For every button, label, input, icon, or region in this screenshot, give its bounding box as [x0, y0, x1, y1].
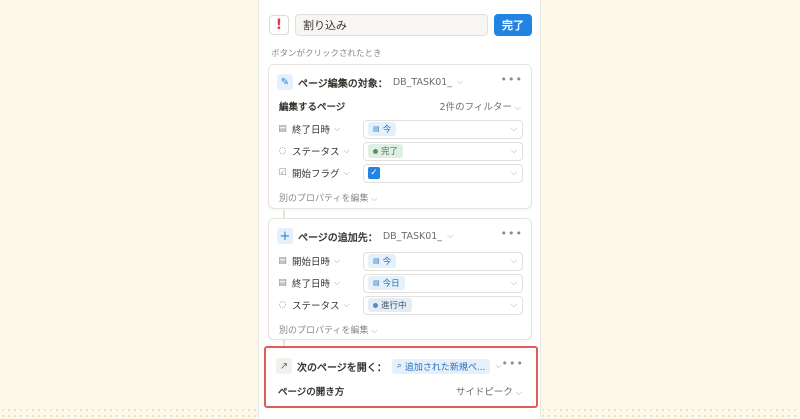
status-chip: 進行中: [368, 298, 412, 312]
chevron-down-icon: ⌵: [510, 300, 517, 309]
add-page-card: + ページの追加先： DB_TASK01_ ⌵ ••• ▤ 開始日時 ⌵ ▤ 今 …: [268, 218, 532, 340]
pages-to-edit-label: 編集するページ: [279, 102, 346, 113]
checked-checkbox[interactable]: ✓: [368, 167, 380, 179]
plus-icon: +: [277, 228, 293, 244]
property-value-field[interactable]: ▤ 今日 ⌵: [363, 273, 523, 293]
add-card-database[interactable]: DB_TASK01_: [383, 231, 442, 242]
calendar-icon: ▤: [278, 278, 287, 288]
pencil-icon: ✎: [277, 74, 293, 90]
property-row: ◌ ステータス ⌵ 完了 ⌵: [277, 141, 523, 161]
add-card-header: + ページの追加先： DB_TASK01_ ⌵ •••: [277, 227, 523, 245]
property-value-field[interactable]: ✓ ⌵: [363, 163, 523, 183]
property-label[interactable]: ▤ 終了日時 ⌵: [277, 276, 363, 290]
automation-header: ! 割り込み 完了: [269, 14, 532, 36]
date-chip: ▤ 今: [368, 254, 397, 268]
more-options-icon[interactable]: •••: [501, 73, 523, 86]
chevron-down-icon[interactable]: ⌵: [447, 231, 453, 241]
chevron-down-icon: ⌵: [334, 278, 341, 287]
property-label[interactable]: ◌ ステータス ⌵: [277, 298, 363, 312]
date-chip: ▤ 今: [368, 122, 397, 136]
date-chip: ▤ 今日: [368, 276, 405, 290]
edit-card-header: ✎ ページ編集の対象： DB_TASK01_ ⌵ •••: [277, 73, 523, 91]
chevron-down-icon: ⌵: [334, 124, 341, 133]
checkbox-icon: ☑: [278, 168, 287, 178]
calendar-icon: ▤: [373, 279, 380, 287]
chevron-down-icon: ⌵: [371, 194, 378, 203]
chevron-down-icon: ⌵: [334, 256, 341, 265]
trigger-caption: ボタンがクリックされたとき: [271, 49, 382, 59]
property-value-field[interactable]: 完了 ⌵: [363, 141, 523, 161]
property-row: ▤ 終了日時 ⌵ ▤ 今 ⌵: [277, 119, 523, 139]
card-connector-line: [283, 210, 285, 218]
property-row: ▤ 開始日時 ⌵ ▤ 今 ⌵: [277, 251, 523, 271]
pages-to-edit-row: 編集するページ 2件のフィルター ⌵: [279, 98, 521, 114]
chevron-down-icon: ⌵: [343, 146, 350, 155]
property-row: ◌ ステータス ⌵ 進行中 ⌵: [277, 295, 523, 315]
chevron-down-icon: ⌵: [510, 146, 517, 155]
status-chip: 完了: [368, 144, 404, 158]
property-label[interactable]: ▤ 開始日時 ⌵: [277, 254, 363, 268]
property-value-field[interactable]: ▤ 今 ⌵: [363, 251, 523, 271]
chevron-down-icon: ⌵: [510, 168, 517, 177]
property-value-field[interactable]: ▤ 今 ⌵: [363, 119, 523, 139]
chevron-down-icon: ⌵: [343, 168, 350, 177]
automation-name-input[interactable]: 割り込み: [295, 14, 488, 36]
edit-card-title: ページ編集の対象：: [298, 78, 388, 90]
property-label[interactable]: ☑ 開始フラグ ⌵: [277, 166, 363, 180]
calendar-icon: ▤: [373, 257, 380, 265]
status-dot: [373, 148, 378, 154]
chevron-down-icon: ⌵: [343, 300, 350, 309]
filter-button[interactable]: 2件のフィルター ⌵: [440, 99, 521, 113]
chevron-down-icon: ⌵: [371, 326, 378, 335]
exclamation-icon[interactable]: !: [269, 15, 289, 35]
done-button[interactable]: 完了: [494, 14, 532, 36]
highlight-frame: [264, 346, 538, 408]
chevron-down-icon: ⌵: [514, 103, 521, 112]
chevron-down-icon[interactable]: ⌵: [457, 77, 463, 87]
property-row: ▤ 終了日時 ⌵ ▤ 今日 ⌵: [277, 273, 523, 293]
status-icon: ◌: [278, 300, 287, 310]
chevron-down-icon: ⌵: [510, 278, 517, 287]
edit-pages-card: ✎ ページ編集の対象： DB_TASK01_ ⌵ ••• 編集するページ 2件の…: [268, 64, 532, 209]
chevron-down-icon: ⌵: [510, 256, 517, 265]
property-label[interactable]: ◌ ステータス ⌵: [277, 144, 363, 158]
chevron-down-icon: ⌵: [510, 124, 517, 133]
status-icon: ◌: [278, 146, 287, 156]
calendar-icon: ▤: [278, 256, 287, 266]
edit-card-database[interactable]: DB_TASK01_: [393, 77, 452, 88]
property-label[interactable]: ▤ 終了日時 ⌵: [277, 122, 363, 136]
add-card-title: ページの追加先：: [298, 232, 378, 244]
edit-other-properties-button[interactable]: 別のプロパティを編集 ⌵: [279, 323, 377, 336]
status-dot: [373, 302, 378, 308]
calendar-icon: ▤: [373, 125, 380, 133]
edit-other-properties-button[interactable]: 別のプロパティを編集 ⌵: [279, 191, 377, 204]
property-row: ☑ 開始フラグ ⌵ ✓ ⌵: [277, 163, 523, 183]
calendar-icon: ▤: [278, 124, 287, 134]
property-value-field[interactable]: 進行中 ⌵: [363, 295, 523, 315]
more-options-icon[interactable]: •••: [501, 227, 523, 240]
